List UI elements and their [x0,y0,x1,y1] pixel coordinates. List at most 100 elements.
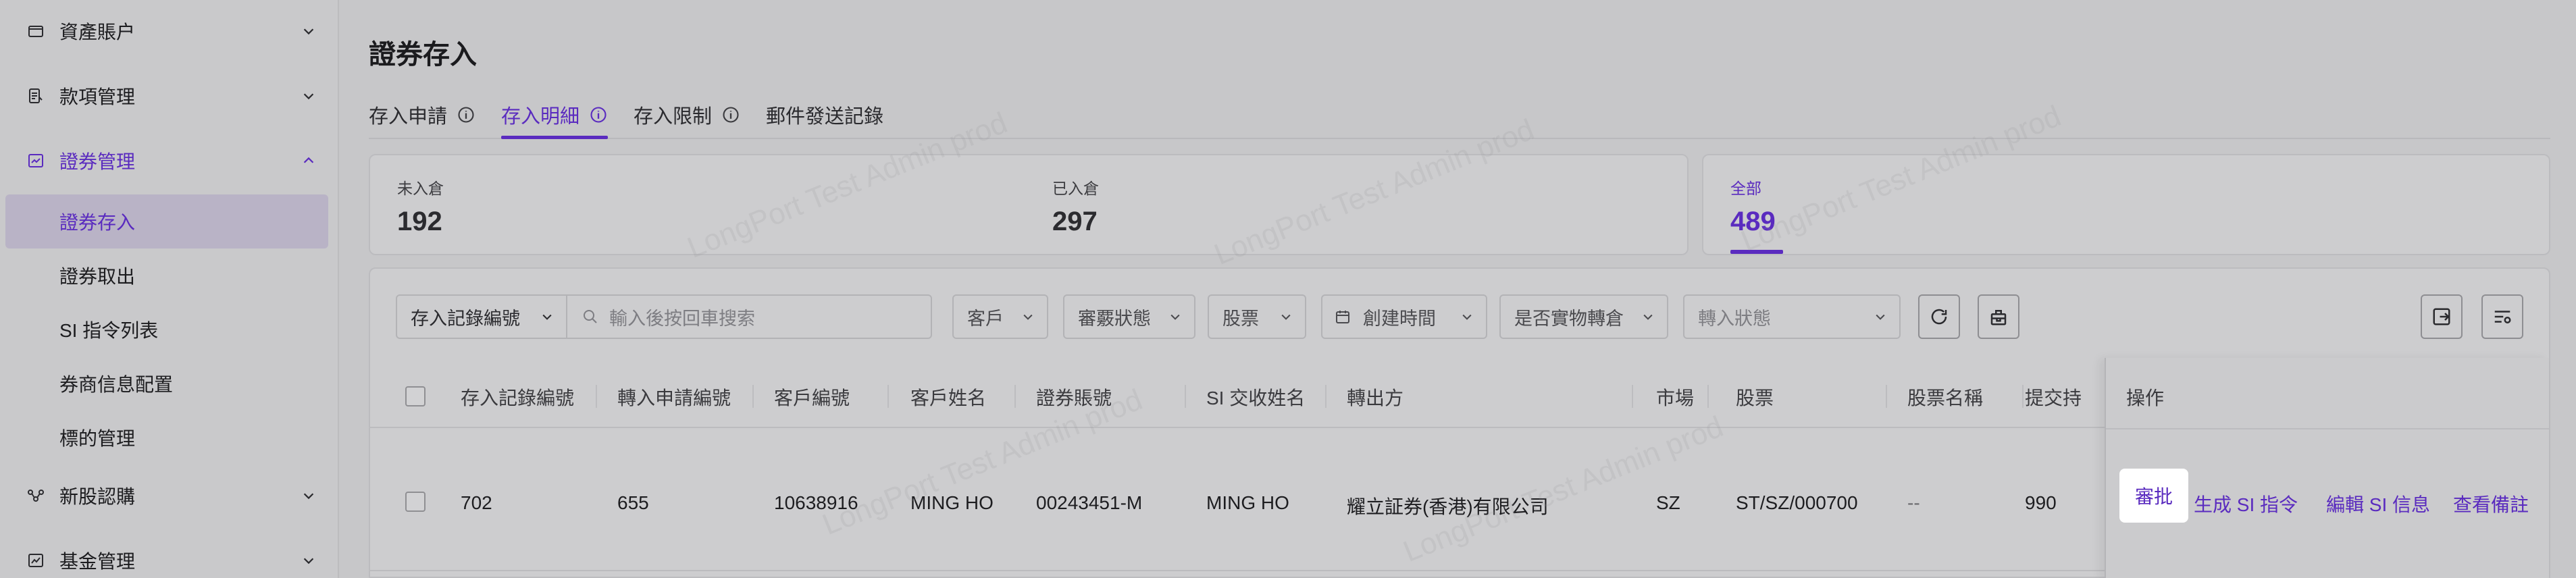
filter-label: 是否實物轉倉 [1514,308,1624,329]
sidebar-item-funds[interactable]: 基金管理 [0,539,339,578]
sidebar-subitem-broker-config[interactable]: 券商信息配置 [5,357,328,411]
tab-deposit-detail[interactable]: 存入明細 [501,92,609,139]
cell-customer-name: MING HO [910,492,994,513]
stat-label: 未入倉 [397,180,444,197]
view-notes-button[interactable]: 查看備註 [2453,490,2529,517]
filter-create-time[interactable]: 創建時間 [1321,294,1487,339]
approve-button[interactable]: 審批 [2119,469,2188,523]
filter-customer[interactable]: 客戶 [952,294,1048,339]
column-separator [1707,385,1709,408]
info-icon[interactable] [589,105,608,124]
sidebar-item-securities[interactable]: 證券管理 [0,139,339,182]
active-indicator [1730,250,1783,254]
nodes-icon [27,487,45,504]
eraser-icon [1990,310,2007,325]
cell-submitted: 990 [2025,492,2057,513]
sidebar-subitem-label: 證券取出 [59,266,136,287]
sidebar-item-label: 證券管理 [59,151,136,172]
stat-all[interactable]: 全部 489 [1730,176,1776,237]
column-separator [596,385,597,408]
reset-button[interactable] [1978,294,2019,339]
chevron-down-icon [1462,314,1472,320]
column-settings-button[interactable] [2481,294,2523,339]
export-icon [2433,308,2450,325]
tab-deposit-limit[interactable]: 存入限制 [634,92,740,138]
select-value: 存入記錄編號 [411,308,520,329]
column-header[interactable]: 客戶姓名 [910,384,986,411]
filter-label: 股票 [1222,308,1259,329]
info-icon[interactable] [721,105,740,124]
stat-value: 489 [1730,207,1776,236]
edit-si-button[interactable]: 編輯 SI 信息 [2326,490,2430,517]
filter-review-status[interactable]: 審覈狀態 [1063,294,1195,339]
stat-value: 297 [1052,207,1098,236]
chevron-down-icon [1876,314,1885,320]
cell-market: SZ [1656,492,1680,513]
sidebar-subitem-deposit[interactable]: 證券存入 [5,194,328,248]
export-button[interactable] [2421,294,2463,339]
tab-label: 存入申請 [369,106,448,128]
tab-bar: 存入申請 存入明細 存入限制 郵件發送記錄 [369,92,2550,139]
row-checkbox[interactable] [405,492,426,512]
stat-pending[interactable]: 未入倉 192 [397,176,444,237]
sidebar-subitem-targets[interactable]: 標的管理 [5,411,328,465]
sidebar-subitem-label: 證券存入 [59,212,136,233]
column-separator [1632,385,1633,408]
tab-deposit-apply[interactable]: 存入申請 [369,92,475,138]
chevron-down-icon [1281,314,1291,320]
operations-column: 操作 審批 生成 SI 指令 編輯 SI 信息 查看備註 [2105,358,2549,578]
sidebar-item-ipo[interactable]: 新股認購 [0,474,339,517]
sidebar-subitem-si-list[interactable]: SI 指令列表 [5,303,328,357]
column-header[interactable]: 證券賬號 [1036,384,1112,411]
search-input[interactable]: 輸入後按回車搜索 [566,294,932,339]
stats-card: 未入倉 192 已入倉 297 [369,154,1689,255]
column-separator [2022,385,2024,408]
info-icon[interactable] [457,105,475,124]
refresh-icon [1931,309,1947,325]
sidebar-item-label: 基金管理 [59,551,136,572]
filter-transfer-status[interactable]: 轉入狀態 [1683,294,1901,339]
column-header[interactable]: SI 交收姓名 [1206,384,1305,411]
tab-label: 存入明細 [501,106,580,128]
sidebar: 資產賬户 款項管理 證券管理 證券存入 證券取出 SI 指令列表 券商信息配置 … [0,0,339,578]
column-header[interactable]: 存入記錄編號 [461,384,574,411]
settings-list-icon [2494,311,2511,323]
column-header[interactable]: 股票 [1736,384,1774,411]
operations-cell: 審批 生成 SI 指令 編輯 SI 信息 查看備註 [2106,429,2549,571]
chevron-down-icon [303,28,314,35]
table-panel: 存入記錄編號 輸入後按回車搜索 客戶 審覈狀態 股票 創建時間 是否實物轉倉 轉… [369,267,2550,578]
sidebar-item-payments[interactable]: 款項管理 [0,74,339,117]
fund-chart-icon [27,552,45,569]
column-header[interactable]: 轉入申請編號 [617,384,731,411]
cell-stock-name: -- [1907,492,1920,513]
stat-done[interactable]: 已入倉 297 [1052,176,1099,237]
stats-card-all[interactable]: 全部 489 [1702,154,2550,255]
column-separator [887,385,889,408]
sidebar-subitem-label: 標的管理 [59,428,136,449]
chevron-down-icon [542,314,552,320]
filter-physical-transfer[interactable]: 是否實物轉倉 [1499,294,1668,339]
filter-stock[interactable]: 股票 [1208,294,1306,339]
column-separator [1014,385,1016,408]
search-field-select[interactable]: 存入記錄編號 [396,294,567,339]
column-header[interactable]: 股票名稱 [1907,384,1983,411]
tab-email-log[interactable]: 郵件發送記錄 [766,92,883,138]
search-placeholder: 輸入後按回車搜索 [609,308,755,329]
select-all-checkbox[interactable] [405,386,426,406]
cell-record-no: 702 [461,492,492,513]
generate-si-button[interactable]: 生成 SI 指令 [2194,490,2298,517]
column-separator [1886,385,1887,408]
column-header[interactable]: 市場 [1656,384,1694,411]
calendar-icon [1336,311,1349,323]
chevron-down-icon [303,558,314,564]
sidebar-subitem-withdraw[interactable]: 證券取出 [5,248,328,303]
filter-label: 創建時間 [1363,308,1436,329]
column-header[interactable]: 提交持 [2025,384,2103,411]
column-header[interactable]: 客戶編號 [774,384,850,411]
sidebar-item-assets[interactable]: 資產賬户 [0,9,339,53]
refresh-button[interactable] [1918,294,1960,339]
sidebar-subitem-label: 券商信息配置 [59,374,174,395]
page-title: 證券存入 [369,40,477,70]
ledger-icon [27,87,45,105]
column-header[interactable]: 轉出方 [1347,384,1403,411]
